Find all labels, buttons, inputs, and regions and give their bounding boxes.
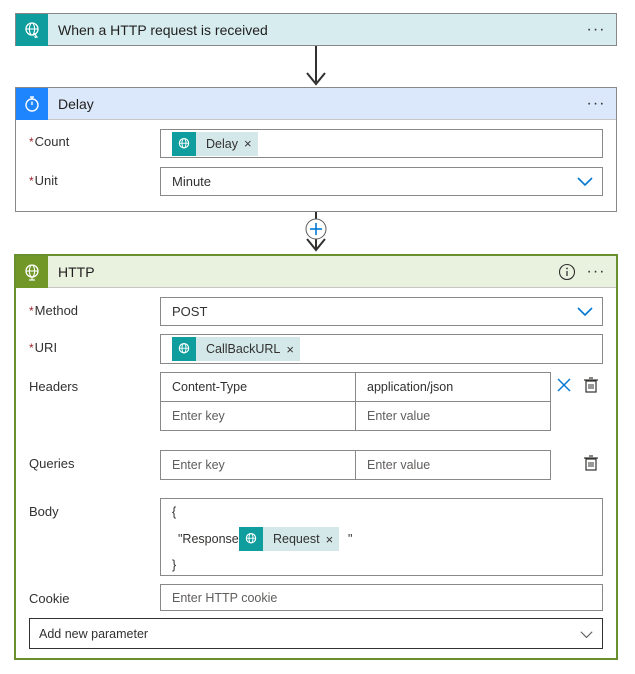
http-card[interactable]: HTTP ··· *Method POST *URI CallBackURL ×… bbox=[14, 254, 618, 660]
connector-arrow-icon bbox=[306, 72, 326, 86]
request-globe-icon bbox=[16, 14, 48, 46]
delay-more-menu-icon[interactable]: ··· bbox=[584, 92, 608, 116]
switch-to-text-mode-icon[interactable] bbox=[583, 455, 599, 471]
token-globe-icon bbox=[172, 337, 196, 361]
unit-label: *Unit bbox=[29, 173, 58, 188]
http-title: HTTP bbox=[58, 263, 95, 280]
uri-token[interactable]: CallBackURL × bbox=[172, 337, 300, 361]
delay-card[interactable]: Delay ··· *Count Delay × *Unit Minute bbox=[15, 87, 617, 212]
count-field[interactable]: Delay × bbox=[160, 129, 603, 158]
chevron-down-icon bbox=[577, 307, 593, 317]
header-new-value-input[interactable]: Enter value bbox=[355, 401, 551, 431]
token-globe-icon bbox=[172, 131, 196, 156]
add-new-parameter-dropdown[interactable]: Add new parameter bbox=[29, 618, 603, 649]
trigger-title: When a HTTP request is received bbox=[58, 22, 268, 38]
http-globe-icon bbox=[16, 255, 48, 288]
remove-header-x-icon[interactable] bbox=[557, 378, 571, 392]
http-header[interactable]: HTTP ··· bbox=[16, 255, 616, 288]
stopwatch-icon bbox=[16, 87, 48, 120]
remove-token-icon[interactable]: × bbox=[286, 342, 300, 357]
count-label: *Count bbox=[29, 134, 70, 149]
body-label: Body bbox=[29, 504, 59, 519]
delay-header[interactable]: Delay ··· bbox=[16, 87, 616, 120]
uri-field[interactable]: CallBackURL × bbox=[160, 334, 603, 364]
queries-label: Queries bbox=[29, 456, 75, 471]
headers-label: Headers bbox=[29, 379, 79, 394]
query-key-input[interactable]: Enter key bbox=[160, 450, 356, 480]
query-value-input[interactable]: Enter value bbox=[355, 450, 551, 480]
remove-token-icon[interactable]: × bbox=[326, 532, 340, 547]
token-globe-icon bbox=[239, 527, 263, 551]
trigger-header[interactable]: When a HTTP request is received ··· bbox=[16, 14, 616, 46]
unit-dropdown[interactable]: Minute bbox=[160, 167, 603, 196]
chevron-down-icon bbox=[580, 631, 593, 639]
method-dropdown[interactable]: POST bbox=[160, 297, 603, 326]
body-editor[interactable]: { "Response": " Request × " } bbox=[160, 498, 603, 576]
http-more-menu-icon[interactable]: ··· bbox=[584, 260, 608, 284]
header-value-input[interactable]: application/json bbox=[355, 372, 551, 402]
method-label: *Method bbox=[29, 303, 79, 318]
connector-arrow-icon bbox=[306, 238, 326, 252]
trigger-more-menu-icon[interactable]: ··· bbox=[584, 18, 608, 42]
header-key-input[interactable]: Content-Type bbox=[160, 372, 356, 402]
chevron-down-icon bbox=[577, 177, 593, 187]
remove-token-icon[interactable]: × bbox=[244, 136, 258, 151]
insert-step-plus-icon[interactable] bbox=[305, 218, 327, 240]
cookie-input[interactable]: Enter HTTP cookie bbox=[160, 584, 603, 611]
info-icon[interactable] bbox=[558, 263, 576, 281]
body-token[interactable]: Request × bbox=[239, 527, 340, 551]
trigger-card[interactable]: When a HTTP request is received ··· bbox=[15, 13, 617, 46]
cookie-label: Cookie bbox=[29, 591, 70, 606]
uri-label: *URI bbox=[29, 340, 58, 355]
count-token[interactable]: Delay × bbox=[172, 131, 258, 156]
switch-to-text-mode-icon[interactable] bbox=[583, 377, 599, 393]
header-new-key-input[interactable]: Enter key bbox=[160, 401, 356, 431]
delay-title: Delay bbox=[58, 95, 94, 112]
